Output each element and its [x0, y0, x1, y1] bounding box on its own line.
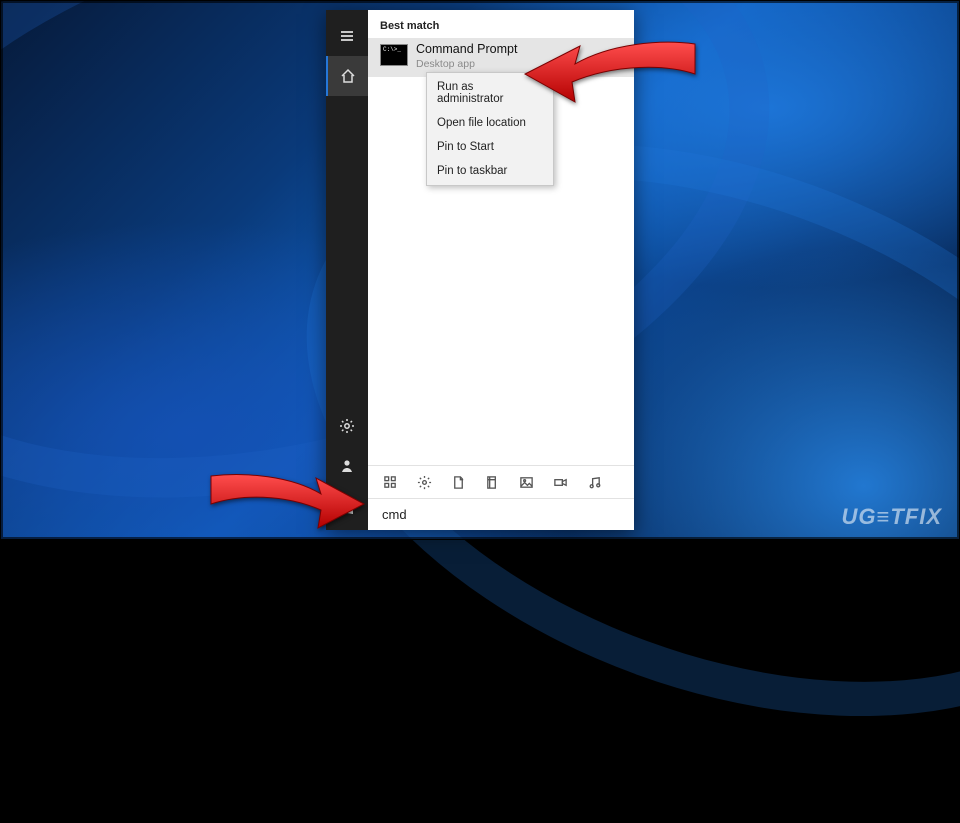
command-prompt-icon: [380, 44, 408, 66]
ctx-pin-to-start[interactable]: Pin to Start: [427, 135, 553, 159]
search-input[interactable]: cmd: [368, 498, 634, 530]
ctx-pin-to-taskbar[interactable]: Pin to taskbar: [427, 159, 553, 183]
filter-apps-icon[interactable]: [382, 474, 398, 490]
search-filter-row: [368, 465, 634, 498]
gear-icon[interactable]: [326, 406, 368, 446]
hamburger-icon[interactable]: [326, 16, 368, 56]
home-icon[interactable]: [326, 56, 368, 96]
result-subtitle: Desktop app: [416, 58, 517, 71]
start-rail: [326, 10, 368, 530]
result-title: Command Prompt: [416, 42, 517, 58]
filter-settings-icon[interactable]: [416, 474, 432, 490]
annotation-arrow-bottom: [206, 468, 366, 530]
filter-photos-icon[interactable]: [518, 474, 534, 490]
annotation-arrow-top: [520, 34, 700, 104]
ctx-open-file-location[interactable]: Open file location: [427, 111, 553, 135]
watermark: UG≡TFIX: [842, 504, 943, 530]
filter-videos-icon[interactable]: [552, 474, 568, 490]
filter-documents-icon[interactable]: [450, 474, 466, 490]
filter-music-icon[interactable]: [586, 474, 602, 490]
search-query-text: cmd: [382, 507, 407, 522]
filter-web-icon[interactable]: [484, 474, 500, 490]
